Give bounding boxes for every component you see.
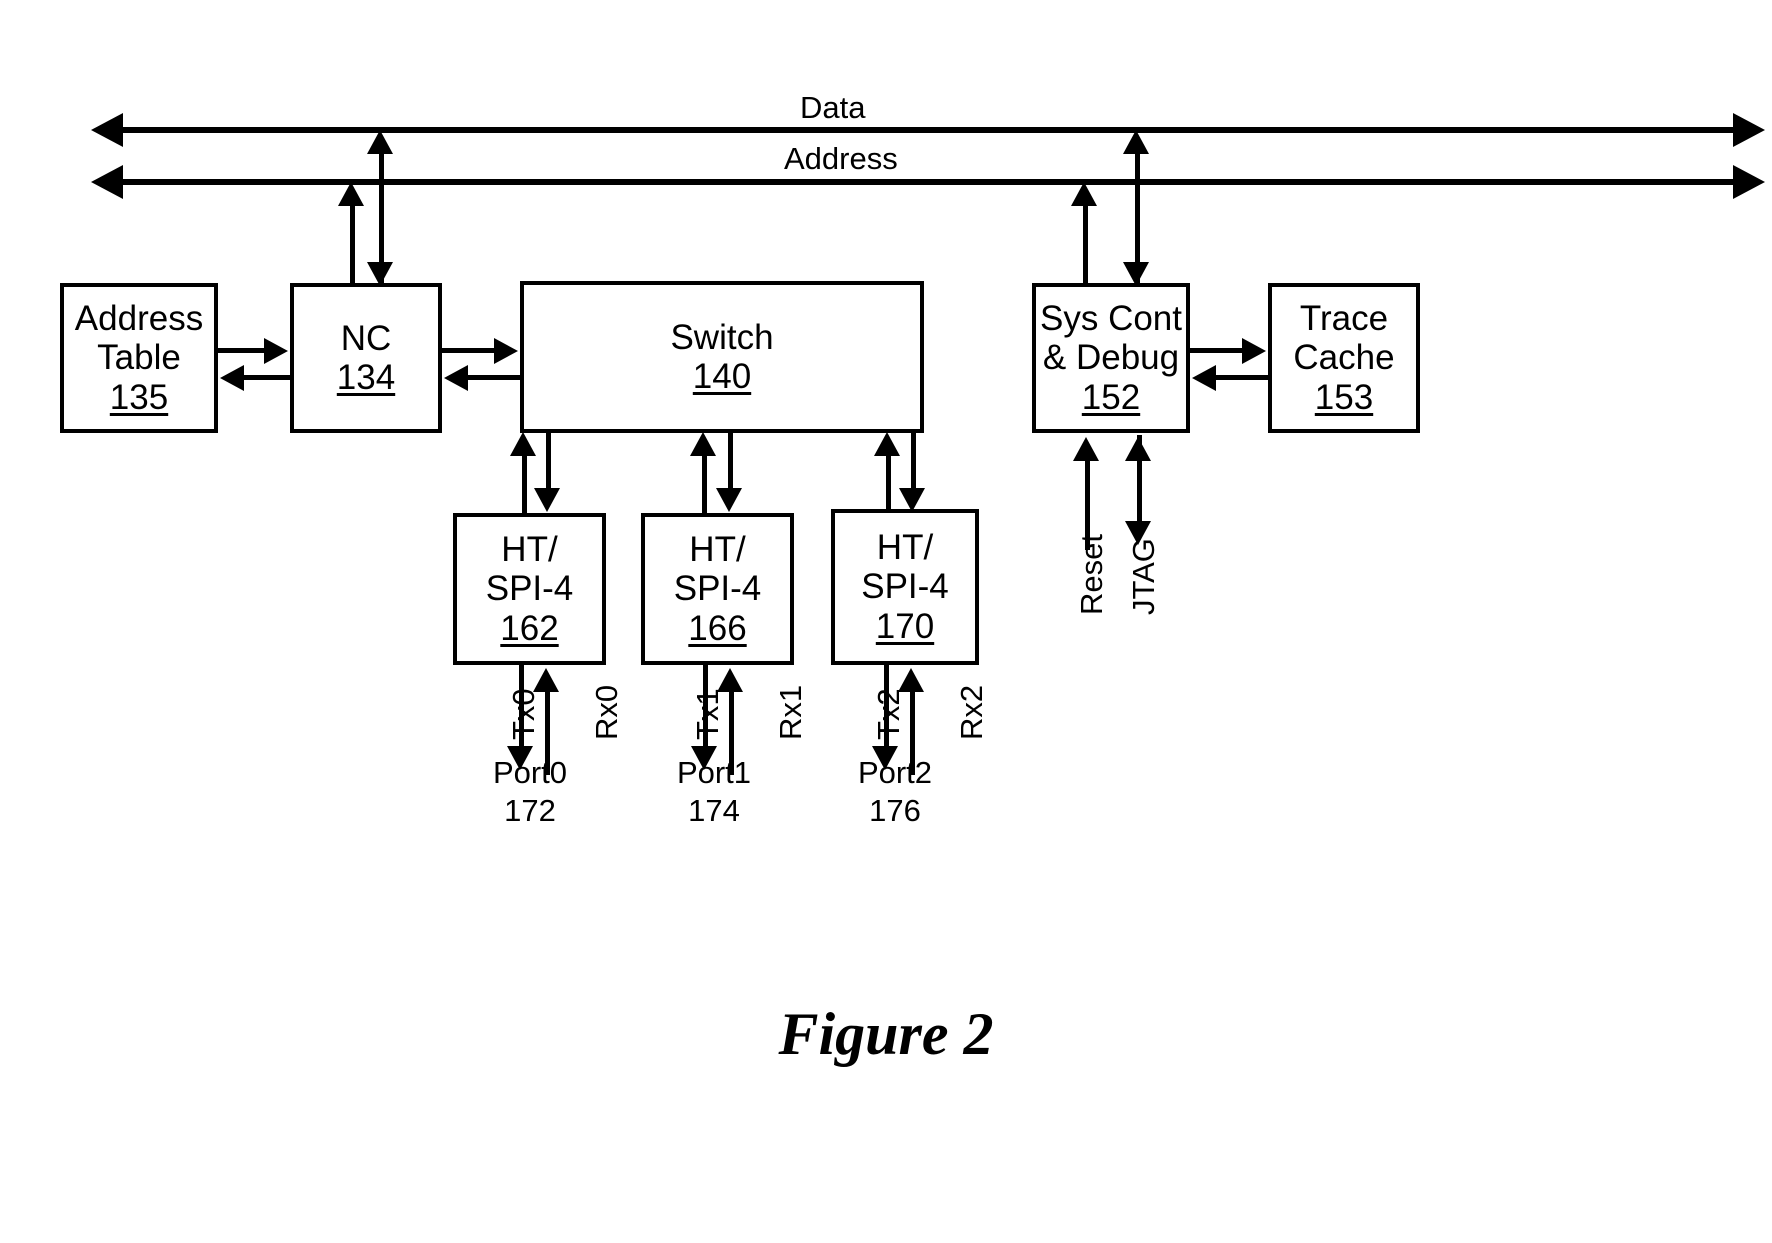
switch-to-ht1-arrowhead [716, 488, 742, 512]
block-nc[interactable]: NC 134 [290, 283, 442, 433]
block-sys-cont-line1: Sys Cont [1040, 299, 1182, 339]
rx2-arrowhead [898, 668, 924, 692]
block-switch-ref: 140 [692, 357, 752, 396]
switch-to-nc-line [466, 375, 522, 380]
block-sys-cont-debug[interactable]: Sys Cont & Debug 152 [1032, 283, 1190, 433]
ht0-to-switch-line [522, 455, 527, 513]
jtag-up-arrowhead [1125, 437, 1151, 461]
nc-to-switch-arrowhead [494, 338, 518, 364]
block-ht-spi4-162[interactable]: HT/ SPI-4 162 [453, 513, 606, 665]
data-bus-right-arrowhead [1733, 113, 1765, 147]
rx0-arrowhead [533, 668, 559, 692]
block-sys-cont-line2: & Debug [1042, 338, 1180, 378]
nc-to-addresstable-arrowhead [220, 365, 244, 391]
port2-name: Port2 [857, 755, 933, 790]
port0-ref: 172 [504, 793, 556, 828]
switch-to-ht1-line [728, 433, 733, 491]
addresstable-to-nc-arrowhead [264, 338, 288, 364]
ht0-to-switch-arrowhead [510, 432, 536, 456]
nc-to-addresstable-line [242, 375, 292, 380]
signal-label-rx1: Rx1 [773, 684, 808, 740]
block-address-table-line2: Table [97, 338, 181, 378]
block-ht1-ref: 166 [688, 608, 747, 648]
block-ht0-line2: SPI-4 [485, 569, 574, 609]
syscont-address-bus-up-arrowhead [1071, 182, 1097, 206]
block-ht1-line1: HT/ [689, 530, 746, 570]
block-ht2-line1: HT/ [876, 528, 934, 568]
syscont-address-bus-line [1083, 205, 1088, 285]
block-address-table-line1: Address [74, 299, 204, 339]
ht1-to-switch-arrowhead [690, 432, 716, 456]
block-switch-line1: Switch [670, 317, 774, 357]
syscont-to-tracecache-line [1190, 348, 1246, 353]
syscont-data-bus-up-arrowhead [1123, 130, 1149, 154]
port0-name: Port0 [492, 755, 568, 790]
tracecache-to-syscont-arrowhead [1192, 365, 1216, 391]
block-trace-cache-line1: Trace [1299, 299, 1389, 339]
block-nc-ref: 134 [336, 358, 396, 397]
block-switch[interactable]: Switch 140 [520, 281, 924, 433]
signal-label-tx1: Tx1 [690, 688, 725, 740]
block-ht0-ref: 162 [500, 608, 559, 648]
signal-label-rx2: Rx2 [954, 684, 989, 740]
signal-label-rx0: Rx0 [589, 684, 624, 740]
ht2-to-switch-line [886, 455, 891, 513]
signal-label-jtag: JTAG [1126, 538, 1161, 615]
switch-to-nc-arrowhead [444, 365, 468, 391]
block-trace-cache-line2: Cache [1293, 338, 1395, 378]
block-ht2-ref: 170 [875, 606, 935, 646]
block-ht1-line2: SPI-4 [673, 569, 762, 609]
patent-figure-canvas: Data Address Address Table 135 NC 134 Sw… [0, 0, 1772, 1243]
nc-address-bus-line [350, 205, 355, 285]
switch-to-ht0-line [546, 433, 551, 491]
nc-data-bus-up-arrowhead [367, 130, 393, 154]
switch-to-ht2-line [911, 433, 916, 491]
block-trace-cache-ref: 153 [1314, 377, 1374, 417]
nc-to-switch-line [442, 348, 498, 353]
block-ht0-line1: HT/ [501, 530, 558, 570]
address-bus-left-arrowhead [91, 165, 123, 199]
signal-label-tx2: Tx2 [871, 688, 906, 740]
block-ht-spi4-170[interactable]: HT/ SPI-4 170 [831, 509, 979, 665]
data-bus-left-arrowhead [91, 113, 123, 147]
port1-name: Port1 [676, 755, 752, 790]
port1-ref: 174 [688, 793, 740, 828]
signal-label-tx0: Tx0 [506, 688, 541, 740]
rx1-arrowhead [717, 668, 743, 692]
block-address-table[interactable]: Address Table 135 [60, 283, 218, 433]
nc-address-bus-up-arrowhead [338, 182, 364, 206]
figure-caption: Figure 2 [778, 1001, 994, 1067]
block-ht-spi4-166[interactable]: HT/ SPI-4 166 [641, 513, 794, 665]
switch-to-ht0-arrowhead [534, 488, 560, 512]
port2-ref: 176 [869, 793, 921, 828]
ht2-to-switch-arrowhead [874, 432, 900, 456]
reset-arrowhead [1073, 437, 1099, 461]
ht1-to-switch-line [702, 455, 707, 513]
syscont-to-tracecache-arrowhead [1242, 338, 1266, 364]
data-bus-line [115, 127, 1745, 133]
block-nc-line1: NC [340, 318, 392, 358]
bus-label-data: Data [800, 90, 866, 125]
address-bus-right-arrowhead [1733, 165, 1765, 199]
signal-label-reset: Reset [1074, 534, 1109, 615]
tracecache-to-syscont-line [1214, 375, 1270, 380]
addresstable-to-nc-line [218, 348, 268, 353]
block-trace-cache[interactable]: Trace Cache 153 [1268, 283, 1420, 433]
bus-label-address: Address [784, 141, 898, 176]
block-sys-cont-ref: 152 [1081, 377, 1141, 417]
block-address-table-ref: 135 [109, 377, 169, 417]
block-ht2-line2: SPI-4 [861, 567, 949, 607]
